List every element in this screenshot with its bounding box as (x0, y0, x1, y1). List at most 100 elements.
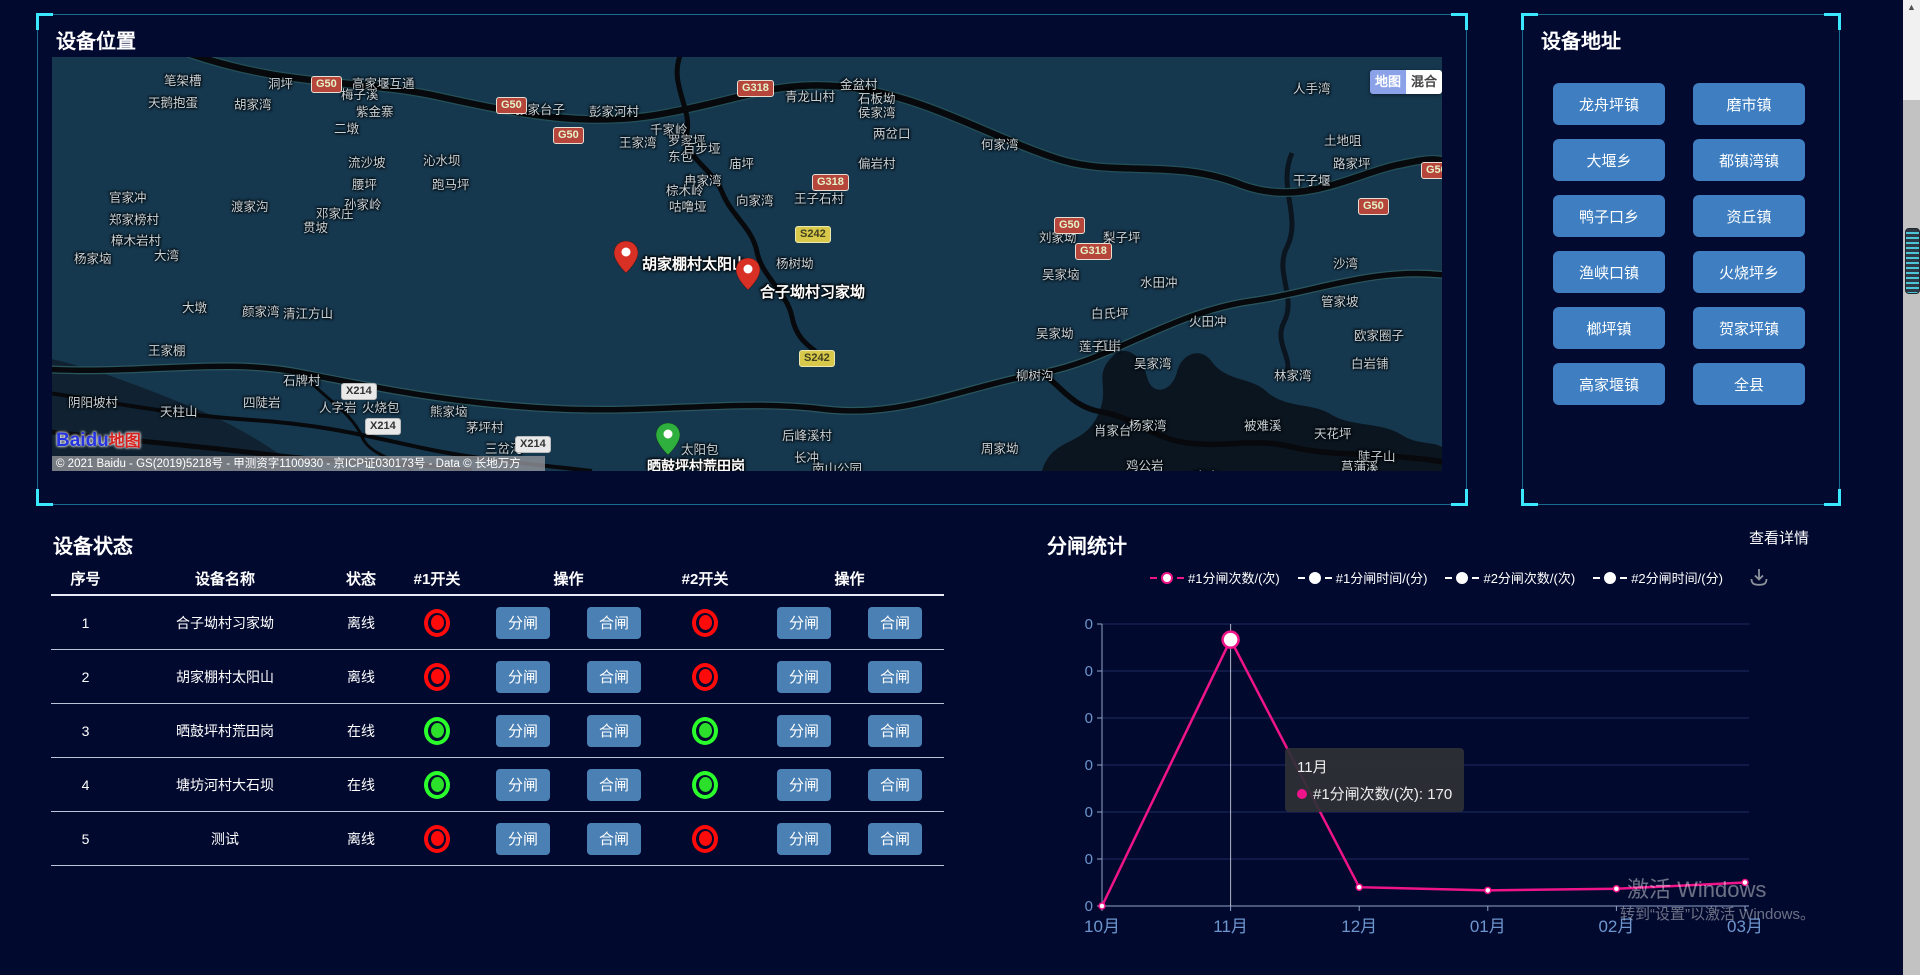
map-place-label: 管家坡 (1321, 291, 1359, 310)
address-button[interactable]: 龙舟坪镇 (1553, 83, 1665, 125)
data-point[interactable] (1099, 903, 1105, 909)
data-point[interactable] (1356, 884, 1362, 890)
cell-switch2 (655, 812, 755, 866)
legend-item[interactable]: #1分闸次数/(次) (1150, 568, 1280, 587)
road-shield: G50 (1054, 217, 1085, 234)
cell-status: 在线 (330, 704, 392, 758)
trip-close-button[interactable]: 合闸 (868, 661, 922, 693)
status-indicator-red (424, 663, 450, 691)
address-button[interactable]: 鸭子口乡 (1553, 195, 1665, 237)
y-axis-label: 90 (1085, 757, 1093, 774)
trip-open-button[interactable]: 分闸 (496, 823, 550, 855)
trip-close-button[interactable]: 合闸 (587, 823, 641, 855)
legend-item[interactable]: #2分闸时间/(分) (1593, 568, 1723, 587)
tooltip-value-text: #1分闸次数/(次): 170 (1313, 783, 1452, 804)
address-button[interactable]: 渔峡口镇 (1553, 251, 1665, 293)
trip-close-button[interactable]: 合闸 (868, 769, 922, 801)
y-axis-label: 0 (1085, 898, 1093, 915)
map-pin-green[interactable] (656, 423, 680, 455)
trip-close-button[interactable]: 合闸 (587, 715, 641, 747)
data-point[interactable] (1613, 886, 1619, 892)
status-indicator-red (424, 609, 450, 637)
map-place-label: 大墩 (182, 297, 207, 316)
map-pin-red[interactable] (736, 258, 760, 290)
trip-open-button[interactable]: 分闸 (777, 769, 831, 801)
trip-open-button[interactable]: 分闸 (496, 607, 550, 639)
cell-ops1: 分闸 合闸 (482, 758, 655, 812)
legend-marker-line (1298, 577, 1305, 579)
legend-item[interactable]: #1分闸时间/(分) (1298, 568, 1428, 587)
y-axis-label: 120 (1085, 710, 1093, 727)
address-button[interactable]: 高家堰镇 (1553, 363, 1665, 405)
data-point[interactable] (1485, 887, 1491, 893)
status-indicator-red (692, 663, 718, 691)
trip-close-button[interactable]: 合闸 (868, 607, 922, 639)
road-shield: G50 (311, 76, 342, 93)
address-button[interactable]: 榔坪镇 (1553, 307, 1665, 349)
trip-close-button[interactable]: 合闸 (587, 661, 641, 693)
trip-close-button[interactable]: 合闸 (587, 607, 641, 639)
address-button[interactable]: 火烧坪乡 (1693, 251, 1805, 293)
scrollbar-up-arrow-icon[interactable]: ▲ (1903, 0, 1920, 14)
ops-group: 分闸 合闸 (756, 661, 943, 693)
legend-item[interactable]: #2分闸次数/(次) (1445, 568, 1575, 587)
trip-open-button[interactable]: 分闸 (777, 661, 831, 693)
trip-open-button[interactable]: 分闸 (777, 607, 831, 639)
cell-ops2: 分闸 合闸 (755, 704, 944, 758)
map-place-label: 白岩铺 (1351, 353, 1389, 372)
cell-no: 1 (51, 595, 120, 650)
legend-marker-line (1150, 577, 1157, 579)
data-point-emphasis[interactable] (1223, 632, 1239, 648)
cell-no: 4 (51, 758, 120, 812)
cell-device-name: 合子坳村习家坳 (120, 595, 330, 650)
trip-open-button[interactable]: 分闸 (496, 769, 550, 801)
map-place-label: 流沙坡 (348, 152, 386, 171)
road-shield: X214 (365, 418, 401, 435)
address-button[interactable]: 都镇湾镇 (1693, 139, 1805, 181)
map-place-label: 天柱山 (160, 401, 198, 420)
address-button[interactable]: 大堰乡 (1553, 139, 1665, 181)
cell-switch2 (655, 595, 755, 650)
ops-group: 分闸 合闸 (483, 661, 654, 693)
trip-open-button[interactable]: 分闸 (777, 715, 831, 747)
trip-open-button[interactable]: 分闸 (496, 661, 550, 693)
cell-switch2 (655, 758, 755, 812)
map-type-hybrid-button[interactable]: 混合 (1406, 70, 1442, 94)
trip-close-button[interactable]: 合闸 (587, 769, 641, 801)
corner-decoration (1451, 489, 1468, 506)
legend-label: #1分闸次数/(次) (1188, 568, 1280, 587)
scrollbar-thumb[interactable] (1905, 228, 1920, 294)
view-details-link[interactable]: 查看详情 (1749, 527, 1809, 548)
baidu-map[interactable]: 笔架槽洞坪高家堰互通天鹅抱蛋胡家湾梅子溪紫金寨二墩流沙坡沁水坝腰坪跑马坪渡家沟邓… (52, 57, 1442, 471)
trip-close-button[interactable]: 合闸 (868, 715, 922, 747)
map-place-label: 沙湾 (1333, 253, 1358, 272)
corner-decoration (36, 489, 53, 506)
address-button[interactable]: 贺家坪镇 (1693, 307, 1805, 349)
legend-marker-line (1593, 577, 1600, 579)
map-pin-red[interactable] (614, 241, 638, 273)
map-place-label: 何家湾 (981, 134, 1019, 153)
address-button[interactable]: 资丘镇 (1693, 195, 1805, 237)
address-button[interactable]: 全县 (1693, 363, 1805, 405)
trip-open-button[interactable]: 分闸 (777, 823, 831, 855)
trip-stats-title: 分闸统计 (1047, 530, 1127, 559)
cell-no: 3 (51, 704, 120, 758)
map-place-label: 颜家湾 (242, 301, 280, 320)
legend-marker-line (1472, 577, 1479, 579)
trip-open-button[interactable]: 分闸 (496, 715, 550, 747)
map-place-label: 路家坪 (1333, 153, 1371, 172)
map-place-label: 孙家岭 (344, 194, 382, 213)
map-place-label: 两岔口 (873, 123, 911, 142)
map-place-label: 紫金寨 (356, 101, 394, 120)
road-shield: G318 (1075, 243, 1112, 260)
legend-label: #1分闸时间/(分) (1336, 568, 1428, 587)
map-place-label: 杨树坳 (776, 253, 814, 272)
download-icon[interactable] (1748, 566, 1770, 593)
cell-device-name: 胡家棚村太阳山 (120, 650, 330, 704)
cell-ops1: 分闸 合闸 (482, 812, 655, 866)
map-type-map-button[interactable]: 地图 (1370, 70, 1406, 94)
scrollbar-top[interactable]: ▲ (1903, 0, 1920, 100)
address-button[interactable]: 磨市镇 (1693, 83, 1805, 125)
trip-close-button[interactable]: 合闸 (868, 823, 922, 855)
chart-legend: #1分闸次数/(次) #1分闸时间/(分) #2分闸次数/(次) #2分闸时间/(分) (1150, 568, 1723, 587)
